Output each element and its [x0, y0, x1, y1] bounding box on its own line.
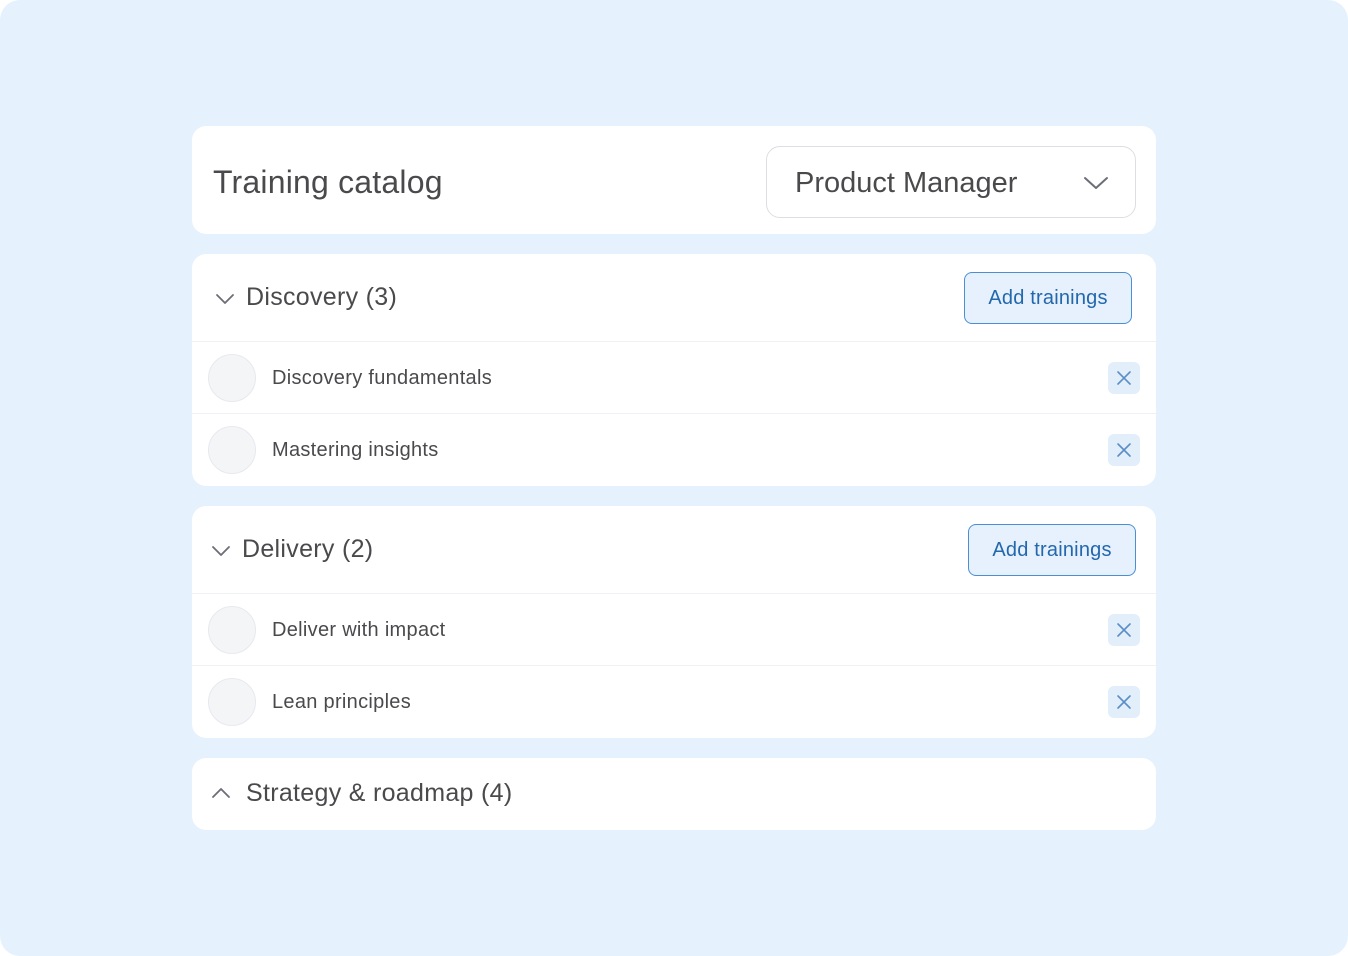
add-trainings-button[interactable]: Add trainings: [964, 272, 1132, 324]
section-header: Discovery (3) Add trainings: [192, 254, 1156, 342]
app-background: Training catalog Product Manager Discove…: [0, 0, 1348, 956]
remove-training-button[interactable]: [1108, 434, 1140, 466]
page-title: Training catalog: [213, 164, 443, 200]
training-thumbnail: [208, 354, 256, 402]
section-delivery: Delivery (2) Add trainings Deliver with …: [192, 506, 1156, 738]
list-item: Discovery fundamentals: [192, 342, 1156, 414]
chevron-down-icon[interactable]: [214, 288, 236, 310]
role-select-value: Product Manager: [795, 167, 1018, 199]
catalog-header: Training catalog Product Manager: [192, 126, 1156, 234]
training-title: Mastering insights: [272, 439, 439, 461]
chevron-down-icon[interactable]: [210, 540, 232, 562]
training-title: Deliver with impact: [272, 619, 446, 641]
section-title: Strategy & roadmap (4): [246, 779, 513, 807]
training-title: Lean principles: [272, 691, 412, 713]
chevron-down-icon: [1083, 171, 1109, 193]
close-icon: [1117, 623, 1131, 637]
remove-training-button[interactable]: [1108, 686, 1140, 718]
chevron-up-icon[interactable]: [210, 782, 232, 804]
section-title: Discovery (3): [246, 283, 398, 311]
section-title: Delivery (2): [242, 535, 374, 563]
list-item: Lean principles: [192, 666, 1156, 738]
training-thumbnail: [208, 678, 256, 726]
close-icon: [1117, 443, 1131, 457]
list-item: Deliver with impact: [192, 594, 1156, 666]
training-title: Discovery fundamentals: [272, 367, 493, 389]
close-icon: [1117, 695, 1131, 709]
remove-training-button[interactable]: [1108, 362, 1140, 394]
section-header: Delivery (2) Add trainings: [192, 506, 1156, 594]
remove-training-button[interactable]: [1108, 614, 1140, 646]
close-icon: [1117, 371, 1131, 385]
section-discovery: Discovery (3) Add trainings Discovery fu…: [192, 254, 1156, 486]
list-item: Mastering insights: [192, 414, 1156, 486]
training-thumbnail: [208, 426, 256, 474]
training-thumbnail: [208, 606, 256, 654]
add-trainings-button[interactable]: Add trainings: [968, 524, 1136, 576]
role-select[interactable]: Product Manager: [766, 146, 1136, 218]
section-strategy-roadmap: Strategy & roadmap (4): [192, 758, 1156, 830]
